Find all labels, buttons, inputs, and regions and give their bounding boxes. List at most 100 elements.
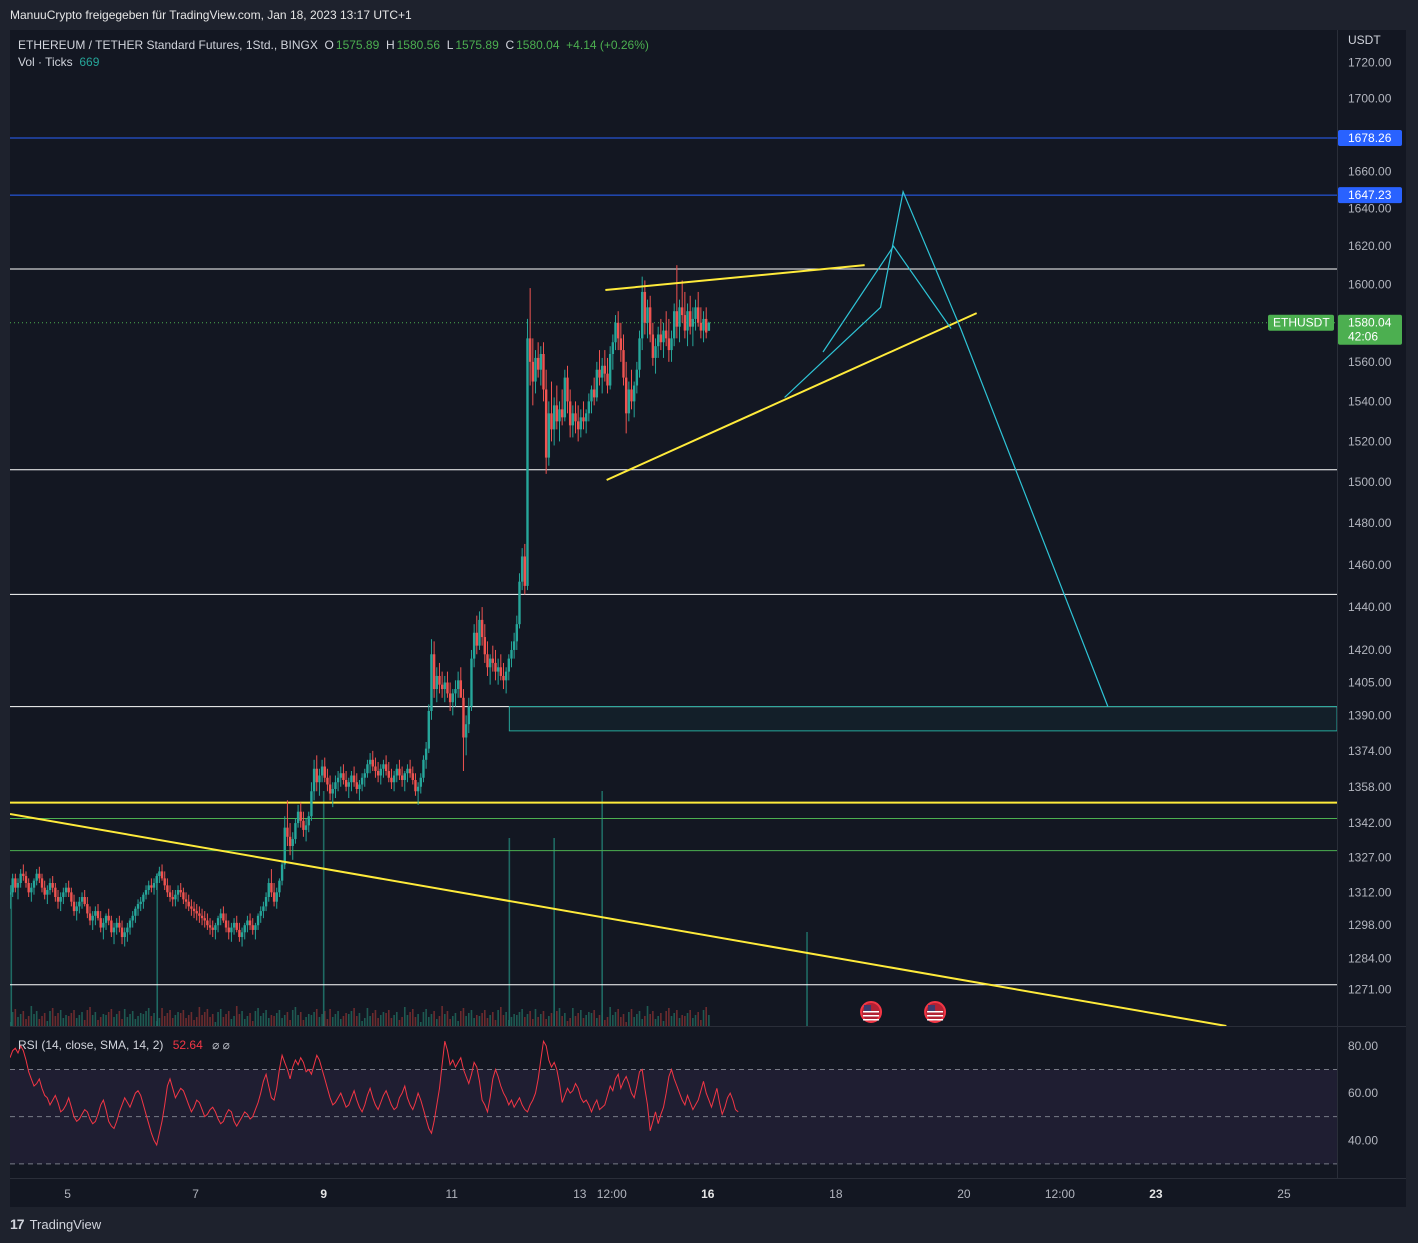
candle (606, 357, 609, 394)
candle-body (494, 662, 497, 672)
volume-label[interactable]: Vol · Ticks (18, 55, 73, 69)
candle (227, 920, 230, 940)
candle (424, 741, 428, 769)
candle (512, 632, 516, 659)
candle-body (582, 417, 585, 422)
candle (176, 885, 180, 902)
volume-bar (625, 1022, 627, 1026)
volume-bar (225, 1014, 227, 1026)
candle (571, 405, 575, 438)
candle-body (360, 777, 364, 785)
candle (115, 918, 118, 935)
volume-bar (209, 1017, 211, 1026)
candle (595, 361, 599, 402)
candle-body (134, 908, 137, 916)
candle-body (75, 906, 78, 912)
time-tick-label: 7 (192, 1187, 199, 1201)
candle-body (387, 770, 390, 778)
candle-body (262, 906, 265, 912)
footer-brand[interactable]: TradingView (30, 1217, 102, 1232)
candle (334, 775, 337, 799)
candle-body (235, 922, 238, 930)
candle (80, 892, 84, 909)
candle-body (307, 816, 310, 826)
volume-bar (321, 1014, 323, 1026)
volume-bar (249, 1013, 251, 1026)
candle (224, 913, 228, 933)
volume-bar (529, 1011, 531, 1026)
price-axis: USDT 1271.00 1284.00 1298.00 1312.00 1327.00 1… (1338, 33, 1402, 1147)
volume-bar (331, 1017, 334, 1026)
event-flag[interactable] (860, 1001, 883, 1023)
candle (558, 401, 561, 442)
volume-bar (75, 1018, 78, 1026)
rsi-label[interactable]: RSI (14, close, SMA, 14, 2) (18, 1038, 163, 1052)
volume-bar (289, 1020, 291, 1026)
candle (328, 775, 332, 801)
candle (619, 322, 623, 362)
volume-bar (54, 1016, 57, 1026)
candle-body (406, 768, 409, 774)
candle (174, 890, 177, 907)
volume-bar (446, 1011, 449, 1026)
volume-bar (78, 1015, 81, 1026)
volume-bar (513, 1014, 515, 1026)
candle-body (534, 357, 537, 382)
volume-bar (33, 1014, 35, 1026)
candle-body (694, 307, 697, 319)
volume-bar (702, 1010, 705, 1026)
volume-bar (537, 1017, 539, 1026)
volume-spike-bar (806, 932, 808, 1026)
candle (147, 880, 150, 895)
candle-body (579, 417, 583, 430)
event-flag[interactable] (924, 1001, 947, 1023)
candle-body (83, 897, 86, 905)
candle-body (606, 373, 609, 386)
volume-bar (73, 1010, 75, 1026)
candle-body (128, 920, 132, 928)
candle-body (446, 682, 449, 694)
volume-bar (422, 1012, 425, 1026)
candle (555, 385, 559, 430)
candle-body (683, 315, 687, 331)
candle (102, 918, 105, 940)
volume-bar (81, 1012, 83, 1026)
chart-canvas[interactable]: ETHUSDT USDT 1271.00 1284.00 1298.00 1312.00 1… (10, 30, 1406, 1207)
candle-body (550, 413, 553, 430)
time-tick-label: 12:00 (1045, 1187, 1075, 1201)
price-tick-label: 1390.00 (1348, 708, 1392, 722)
rsi-tick-label: 40.00 (1348, 1133, 1378, 1147)
last-price-tag: 1580.0442:06 (1338, 314, 1402, 345)
volume-bar (598, 1015, 601, 1026)
candle-body (296, 811, 300, 824)
candle-body (518, 581, 521, 625)
volume-bar (235, 1006, 238, 1026)
candle-body (536, 357, 540, 370)
candle-body (72, 901, 76, 912)
candle-body (504, 671, 508, 681)
candle (72, 894, 76, 916)
tradingview-logo-icon[interactable]: 17 (10, 1216, 25, 1232)
candle-body (608, 353, 612, 386)
volume-bar (363, 1018, 366, 1026)
candle-body (408, 768, 412, 774)
volume-bar (550, 1013, 553, 1026)
candle-body (483, 637, 487, 655)
candle-body (59, 897, 62, 902)
candle (86, 897, 89, 919)
candle-body (616, 322, 620, 339)
candle-body (56, 897, 60, 902)
candle (411, 766, 414, 785)
candle (646, 299, 649, 339)
candle (347, 777, 350, 799)
candle (435, 667, 438, 703)
candle (294, 818, 297, 844)
symbol-title[interactable]: ETHEREUM / TETHER Standard Futures, 1Std… (18, 38, 318, 52)
price-tick-label: 1342.00 (1348, 816, 1392, 830)
candle-body (488, 658, 492, 668)
volume-bar (478, 1016, 481, 1026)
candle-body (64, 887, 68, 893)
candle-body (208, 925, 212, 928)
volume-bar (465, 1016, 467, 1026)
open-value: 1575.89 (335, 38, 380, 52)
